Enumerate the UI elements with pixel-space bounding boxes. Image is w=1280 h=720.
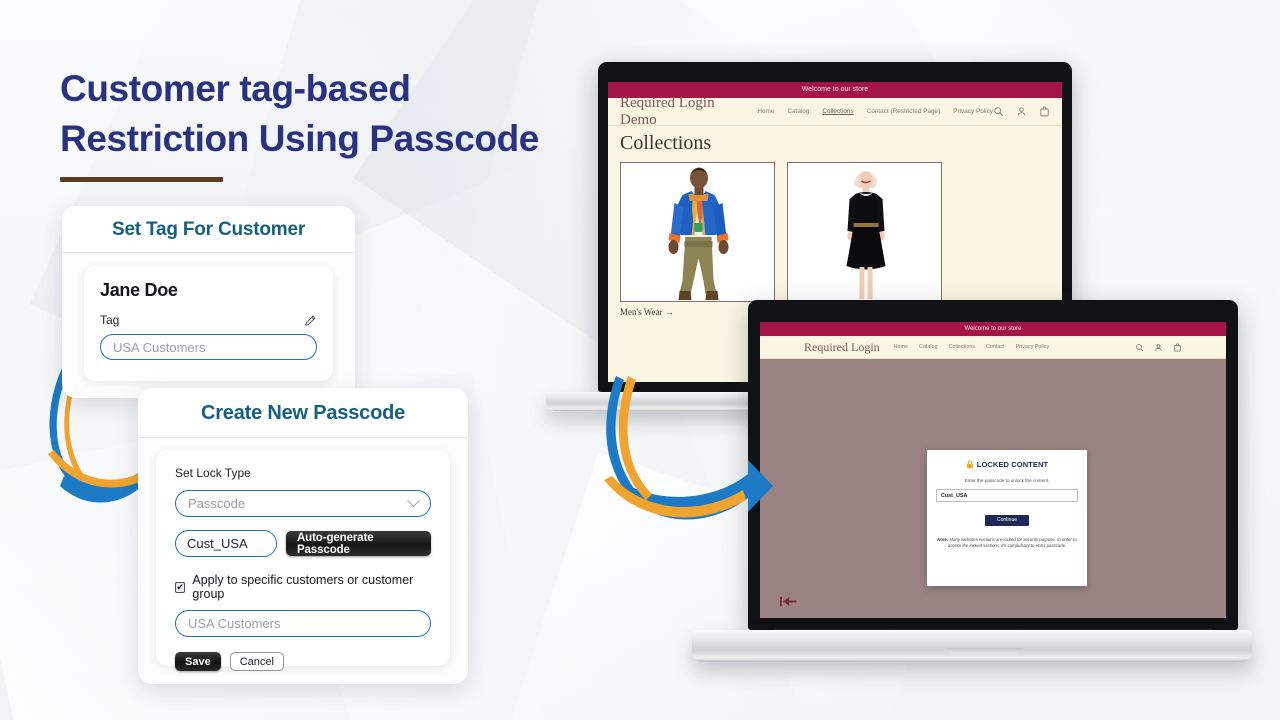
nav-link-contact-front[interactable]: Contact — [986, 344, 1005, 350]
store-header-nav-front: Required Login Home Catalog Collections … — [760, 336, 1226, 359]
locked-modal-note: Note: Many websites sections are locked … — [936, 537, 1078, 549]
product-image-mens — [620, 162, 775, 302]
passcode-input[interactable]: Cust_USA — [936, 489, 1078, 502]
cart-icon[interactable] — [1173, 342, 1182, 352]
collections-page-title: Collections — [620, 132, 712, 154]
set-tag-card: Set Tag For Customer Jane Doe Tag USA Cu… — [62, 206, 355, 398]
store-brand-front: Required Login — [804, 339, 880, 354]
lock-type-value: Passcode — [188, 496, 246, 511]
locked-page-body: LOCKED CONTENT Enter the passcode to unl… — [760, 359, 1226, 618]
headline-underline — [60, 177, 223, 182]
cart-icon[interactable] — [1039, 106, 1050, 117]
laptop-front-screen: Welcome to our store Required Login Home… — [760, 322, 1226, 618]
auto-generate-passcode-label: Auto-generate Passcode — [296, 531, 374, 556]
headline-line-1: Customer tag-based — [60, 68, 411, 109]
chevron-down-icon — [407, 494, 420, 508]
search-icon[interactable] — [993, 106, 1004, 117]
apply-specific-customers-label: Apply to specific customers or customer … — [192, 573, 414, 601]
page-title: Customer tag-based Restriction Using Pas… — [60, 64, 620, 182]
announcement-text-front: Welcome to our store — [964, 326, 1022, 332]
tag-input[interactable]: USA Customers — [100, 334, 317, 360]
cancel-button[interactable]: Cancel — [229, 652, 284, 671]
tag-field-label: Tag — [100, 313, 120, 327]
store-nav-links-front: Home Catalog Collections Contact Privacy… — [894, 344, 1050, 350]
apply-specific-customers-row[interactable]: ✔ Apply to specific customers or custome… — [175, 573, 431, 601]
continue-button-label: Continue — [996, 517, 1017, 523]
store-brand: Required Login Demo — [620, 94, 715, 128]
customer-group-value: USA Customers — [188, 616, 281, 631]
set-tag-card-title: Set Tag For Customer — [111, 219, 306, 240]
account-icon[interactable] — [1154, 343, 1163, 352]
nav-link-collections[interactable]: Collections — [822, 108, 853, 115]
product-card-mens[interactable]: Men's Wear → — [620, 162, 775, 317]
create-passcode-card-body: Set Lock Type Passcode Cust_USA Auto-gen… — [156, 450, 450, 671]
nav-link-collections-front[interactable]: Collections — [949, 344, 975, 350]
form-actions: Save Cancel — [175, 652, 431, 671]
poster-canvas: Customer tag-based Restriction Using Pas… — [0, 0, 1280, 720]
nav-link-home[interactable]: Home — [757, 108, 774, 115]
laptop-front-base — [692, 630, 1252, 662]
pencil-icon[interactable] — [304, 314, 317, 327]
locked-content-modal: LOCKED CONTENT Enter the passcode to unl… — [927, 450, 1087, 586]
laptop-front-lid: Welcome to our store Required Login Home… — [748, 300, 1238, 630]
store-announcement-bar-front: Welcome to our store — [760, 322, 1226, 336]
passcode-field[interactable]: Cust_USA — [175, 530, 277, 557]
passcode-row: Cust_USA Auto-generate Passcode — [175, 530, 431, 557]
customer-group-input[interactable]: USA Customers — [175, 610, 431, 637]
auto-generate-passcode-button[interactable]: Auto-generate Passcode — [285, 531, 431, 556]
locked-modal-subtitle: Enter the passcode to unlock the content… — [964, 478, 1050, 483]
lock-type-label: Set Lock Type — [175, 466, 251, 480]
flow-arrow-passcode-to-storefront — [604, 376, 773, 520]
checkbox-check-mark: ✔ — [176, 581, 184, 592]
create-passcode-card-title: Create New Passcode — [200, 402, 406, 424]
store-nav-icons-front — [1135, 342, 1182, 352]
nav-link-catalog[interactable]: Catalog — [787, 108, 809, 115]
locked-modal-note-prefix: Note: — [937, 537, 949, 542]
continue-button[interactable]: Continue — [985, 515, 1029, 526]
store-nav-links: Home Catalog Collections Contact (Restri… — [757, 108, 993, 115]
locked-modal-title: LOCKED CONTENT — [976, 460, 1049, 469]
save-button-label: Save — [185, 655, 211, 668]
nav-link-contact[interactable]: Contact (Restricted Page) — [867, 108, 941, 115]
tag-input-value: USA Customers — [113, 339, 206, 355]
customer-name: Jane Doe — [100, 280, 178, 300]
nav-link-privacy-policy[interactable]: Privacy Policy — [953, 108, 993, 115]
save-button[interactable]: Save — [175, 652, 221, 671]
tag-field-header: Tag — [100, 313, 317, 327]
account-icon[interactable] — [1016, 106, 1027, 117]
announcement-text: Welcome to our store — [801, 86, 869, 93]
apply-specific-customers-checkbox[interactable]: ✔ — [175, 581, 186, 593]
store-header-nav: Required Login Demo Home Catalog Collect… — [608, 94, 1062, 128]
laptop-front-trackpad-notch — [947, 648, 1021, 654]
lock-icon — [966, 460, 973, 469]
create-passcode-card-header: Create New Passcode — [138, 388, 468, 438]
set-tag-card-header: Set Tag For Customer — [62, 206, 355, 253]
nav-link-catalog-front[interactable]: Catalog — [919, 344, 938, 350]
passcode-input-value: Cust_USA — [941, 492, 968, 499]
locked-modal-note-text: Many websites sections are locked for se… — [947, 537, 1077, 549]
store-nav-icons — [993, 106, 1050, 117]
arrow-left-to-line-icon[interactable] — [780, 595, 797, 608]
nav-link-home-front[interactable]: Home — [894, 344, 908, 350]
passcode-field-value: Cust_USA — [187, 536, 248, 551]
headline-line-2: Restriction Using Passcode — [60, 118, 539, 159]
create-passcode-card: Create New Passcode Set Lock Type Passco… — [138, 388, 468, 684]
product-card-womens[interactable] — [787, 162, 942, 317]
nav-link-privacy-policy-front[interactable]: Privacy Policy — [1016, 344, 1050, 350]
search-icon[interactable] — [1135, 343, 1144, 352]
cancel-button-label: Cancel — [239, 655, 274, 668]
set-tag-card-body: Jane Doe Tag USA Customers — [84, 266, 333, 381]
product-image-womens — [787, 162, 942, 302]
lock-type-select[interactable]: Passcode — [175, 490, 431, 517]
